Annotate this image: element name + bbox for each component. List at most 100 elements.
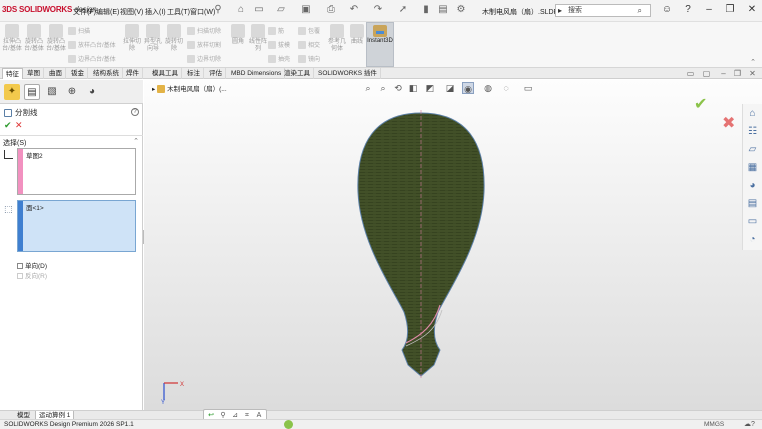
new-document-icon[interactable]: ▭	[253, 4, 265, 16]
custom-properties-icon[interactable]: ▤	[746, 197, 759, 210]
command-manager-tabs: 特征 草图 曲面 钣金 结构系统 焊件 模具工具 标注 评估 MBD Dimen…	[0, 68, 762, 79]
confirm-ok-icon[interactable]: ✔	[694, 94, 707, 114]
revolved-boss-button[interactable]: 旋转凸台/基体	[24, 24, 44, 53]
rebuild-status-icon[interactable]	[284, 420, 293, 429]
sweep-button[interactable]: 扫描	[68, 26, 90, 36]
boundary-cut-icon	[187, 55, 195, 64]
menu-file[interactable]: 文件(F)	[73, 7, 96, 17]
help-icon[interactable]: ?	[681, 3, 695, 17]
save-icon[interactable]: ▣	[300, 4, 312, 16]
curves-button[interactable]: 曲线	[347, 24, 367, 46]
doc-minimize-icon[interactable]: –	[719, 69, 728, 78]
tab-markup[interactable]: 标注	[184, 68, 204, 79]
file-explorer-icon[interactable]: ▱	[746, 143, 759, 156]
tab-features[interactable]: 特征	[2, 68, 23, 79]
ok-button[interactable]: ✔	[4, 120, 12, 131]
user-account-icon[interactable]: ☺	[660, 3, 674, 17]
model-view[interactable]	[144, 80, 762, 410]
graphics-area[interactable]: ▸ 木制电风扇（扇）(... ⌕ ⌕ ⟲ ◧ ◩ ◪ ◉ ◍ ◌ ▭ ✔ ✖ ⌂…	[144, 80, 762, 410]
menu-tools[interactable]: 工具(T)	[167, 7, 190, 17]
tab-surfaces[interactable]: 曲面	[46, 68, 66, 79]
options-gear-icon[interactable]: ⚙	[455, 4, 467, 16]
tab-structure-system[interactable]: 结构系统	[90, 68, 123, 79]
reverse-direction-checkbox[interactable]: 反向(R)	[17, 270, 47, 280]
tab-weldments[interactable]: 焊件	[123, 68, 143, 79]
selections-section-header[interactable]: 选择(S) ⌃	[0, 135, 143, 147]
extruded-cut-button[interactable]: 拉伸切除	[122, 24, 142, 53]
confirm-cancel-icon[interactable]: ✖	[722, 113, 735, 133]
checkbox-box[interactable]	[17, 263, 23, 270]
checkbox-box[interactable]	[17, 273, 23, 280]
tab-solidworks-addins[interactable]: SOLIDWORKS 插件	[315, 68, 381, 79]
home-icon[interactable]: ⌂	[746, 107, 759, 120]
property-manager-icon[interactable]: ▤	[24, 84, 40, 100]
doc-close-icon[interactable]: ✕	[748, 69, 757, 78]
lofted-cut-button[interactable]: 放样切割	[187, 40, 221, 50]
revolved-cut-button[interactable]: 旋转切除	[164, 24, 184, 53]
tab-evaluate[interactable]: 评估	[206, 68, 226, 79]
revolved-boss-2-button[interactable]: 旋转凸台/基体	[46, 24, 66, 53]
hole-wizard-button[interactable]: 异型孔向导	[143, 24, 163, 53]
appearances-icon[interactable]: ◕	[746, 179, 759, 192]
rebuild-icon[interactable]: ▮	[420, 4, 432, 16]
shell-button[interactable]: 抽壳	[268, 54, 290, 64]
sketch-selection-box[interactable]: 草图2	[17, 148, 136, 195]
swept-cut-button[interactable]: 扫描切除	[187, 26, 221, 36]
cancel-button[interactable]: ✕	[15, 120, 23, 131]
fillet-button[interactable]: 圆角	[228, 24, 248, 46]
search-input[interactable]: ▸ 搜索 ⌕	[555, 4, 651, 17]
help-icon[interactable]: ?	[131, 108, 139, 116]
list-item[interactable]: 草图2	[26, 150, 43, 160]
search-icon[interactable]: ⌕	[638, 5, 642, 16]
tab-mbd-dimensions[interactable]: MBD Dimensions	[228, 68, 286, 79]
face-selection-box[interactable]: 面<1>	[17, 200, 136, 252]
design-library-icon[interactable]: ☷	[746, 125, 759, 138]
home-icon[interactable]: ⌂	[235, 4, 247, 16]
configuration-manager-icon[interactable]: ▧	[44, 84, 60, 100]
tab-option-2-icon[interactable]: ▢	[702, 69, 711, 78]
rib-button[interactable]: 筋	[268, 26, 284, 36]
intersect-button[interactable]: 相交	[298, 40, 320, 50]
boundary-boss-button[interactable]: 边界凸台/基体	[68, 54, 116, 64]
open-folder-icon[interactable]: ▱	[275, 4, 287, 16]
linear-pattern-button[interactable]: 线性阵列	[248, 24, 268, 53]
solidworks-resources-icon[interactable]: ◔	[746, 233, 759, 246]
feature-manager-icon[interactable]: ✦	[4, 84, 20, 100]
reference-geometry-button[interactable]: 参考几何体	[327, 24, 347, 53]
loft-button[interactable]: 放样凸台/基体	[68, 40, 116, 50]
select-icon[interactable]: ➚	[397, 4, 409, 16]
menu-edit[interactable]: 编辑(E)	[96, 7, 119, 17]
minimize-button[interactable]: –	[702, 3, 716, 17]
tab-option-1-icon[interactable]: ▭	[686, 69, 695, 78]
redo-icon[interactable]: ↷	[372, 4, 384, 16]
tab-sheet-metal[interactable]: 钣金	[68, 68, 88, 79]
wrap-button[interactable]: 包覆	[298, 26, 320, 36]
forum-icon[interactable]: ▭	[746, 215, 759, 228]
single-direction-checkbox[interactable]: 单向(D)	[17, 260, 47, 270]
boundary-cut-button[interactable]: 边界切除	[187, 54, 221, 64]
file-properties-icon[interactable]: ▤	[437, 4, 449, 16]
status-options-icon[interactable]: ☁?	[744, 420, 755, 428]
menu-view[interactable]: 视图(V)	[120, 7, 143, 17]
collapse-icon[interactable]: ⌃	[133, 137, 139, 145]
tab-render-tools[interactable]: 渲染工具	[281, 68, 314, 79]
view-palette-icon[interactable]: ▦	[746, 161, 759, 174]
list-item[interactable]: 面<1>	[26, 202, 44, 212]
extruded-boss-button[interactable]: 拉伸凸台/基体	[2, 24, 22, 53]
pin-icon[interactable]: ⚲	[212, 4, 224, 16]
mirror-button[interactable]: 镜向	[298, 54, 320, 64]
print-icon[interactable]: ⎙	[325, 4, 337, 16]
tab-mold-tools[interactable]: 模具工具	[149, 68, 182, 79]
unit-system[interactable]: MMGS	[704, 421, 724, 428]
close-button[interactable]: ✕	[745, 3, 759, 17]
restore-button[interactable]: ❐	[723, 3, 737, 17]
doc-restore-icon[interactable]: ❐	[733, 69, 742, 78]
display-manager-icon[interactable]: ◕	[84, 84, 100, 100]
tab-sketch[interactable]: 草图	[24, 68, 44, 79]
dimxpert-manager-icon[interactable]: ⊕	[64, 84, 80, 100]
collapse-ribbon-icon[interactable]: ⌃	[750, 58, 756, 66]
menu-insert[interactable]: 插入(I)	[145, 7, 166, 17]
undo-icon[interactable]: ↶	[348, 4, 360, 16]
instant3d-button[interactable]: Instant3D	[366, 22, 394, 67]
draft-button[interactable]: 拔模	[268, 40, 290, 50]
